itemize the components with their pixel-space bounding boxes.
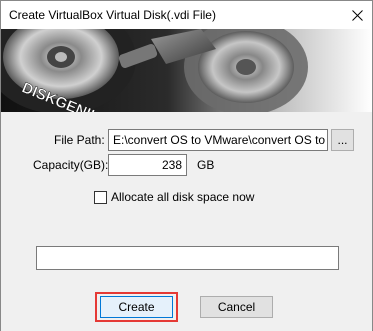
close-icon <box>351 9 363 21</box>
create-button[interactable]: Create <box>100 296 173 318</box>
capacity-input[interactable]: 238 <box>108 154 187 176</box>
allocate-label[interactable]: Allocate all disk space now <box>111 190 254 204</box>
banner-image: DISKGENIUS <box>1 29 372 112</box>
browse-button[interactable]: ... <box>331 129 354 151</box>
file-path-input[interactable]: E:\convert OS to VMware\convert OS to <box>108 129 328 151</box>
window-title: Create VirtualBox Virtual Disk(.vdi File… <box>9 8 216 22</box>
capacity-unit-label: GB <box>197 158 215 172</box>
dialog-window: Create VirtualBox Virtual Disk(.vdi File… <box>0 0 373 331</box>
allocate-checkbox[interactable] <box>94 191 107 204</box>
progress-bar <box>36 246 339 270</box>
file-path-label: File Path: <box>54 133 105 147</box>
capacity-label: Capacity(GB): <box>33 158 109 172</box>
dialog-content: File Path: E:\convert OS to VMware\conve… <box>1 112 372 331</box>
title-bar: Create VirtualBox Virtual Disk(.vdi File… <box>1 1 372 29</box>
close-button[interactable] <box>342 1 372 29</box>
cancel-button[interactable]: Cancel <box>200 296 273 318</box>
hard-disk-banner-graphic: DISKGENIUS <box>1 29 372 112</box>
